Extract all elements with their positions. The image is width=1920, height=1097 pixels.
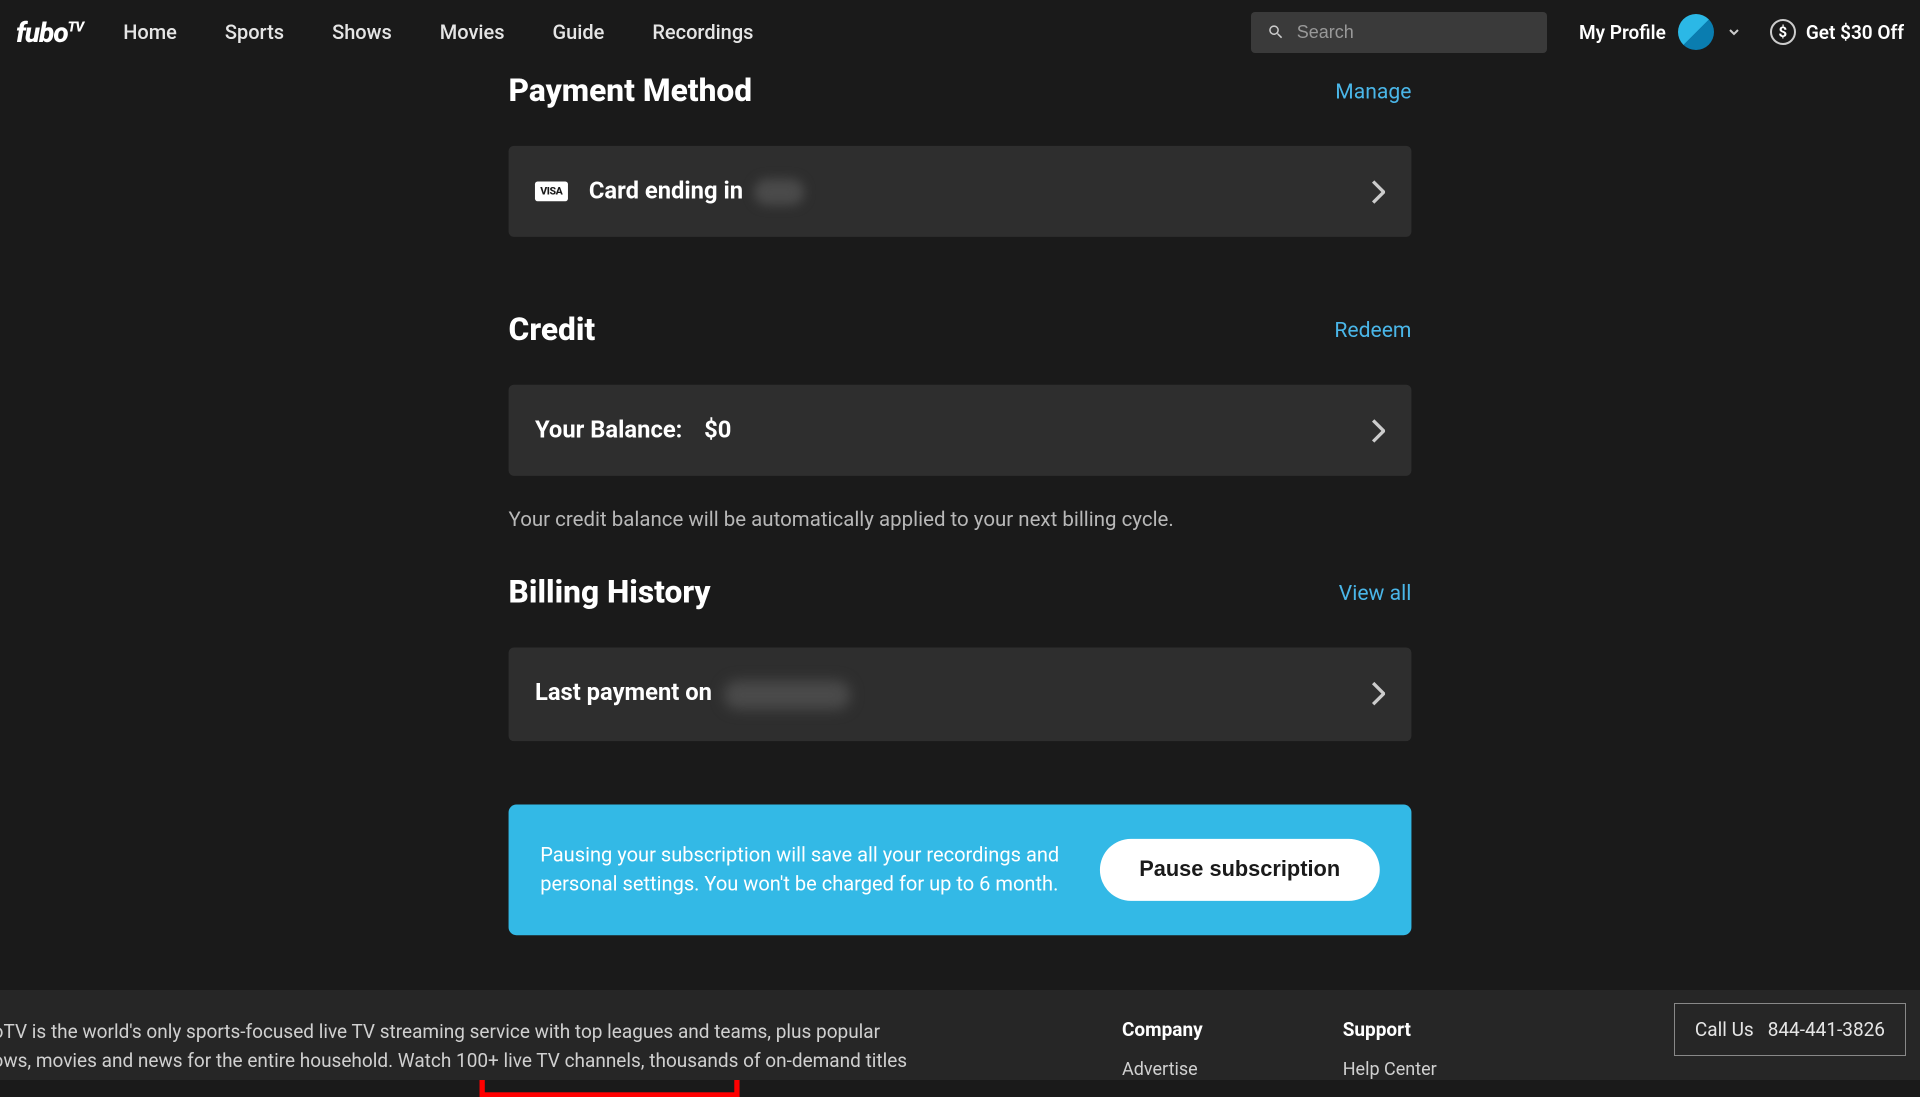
credit-section-head: Credit Redeem: [509, 311, 1412, 348]
nav-movies[interactable]: Movies: [440, 20, 505, 44]
footer-advertise-link[interactable]: Advertise: [1122, 1059, 1203, 1080]
balance-label: Your Balance:: [535, 417, 682, 445]
balance-row: Your Balance: $0: [535, 417, 731, 445]
nav-recordings[interactable]: Recordings: [652, 20, 753, 44]
footer-support-title: Support: [1343, 1018, 1437, 1041]
footer-support-col: Support Help Center: [1343, 1018, 1437, 1080]
main-nav: Home Sports Shows Movies Guide Recording…: [123, 20, 1251, 44]
profile-label: My Profile: [1579, 21, 1666, 44]
billing-title: Billing History: [509, 574, 711, 611]
search-icon: [1267, 22, 1285, 42]
payment-section-head: Payment Method Manage: [509, 72, 1412, 109]
card-ending-text: Card ending in: [589, 178, 805, 206]
profile-menu[interactable]: My Profile: [1579, 14, 1742, 50]
nav-sports[interactable]: Sports: [225, 20, 284, 44]
credit-balance-card[interactable]: Your Balance: $0: [509, 385, 1412, 476]
credit-title: Credit: [509, 311, 596, 348]
payment-title: Payment Method: [509, 72, 752, 109]
visa-icon: VISA: [535, 182, 568, 202]
nav-guide[interactable]: Guide: [553, 20, 605, 44]
last-payment-text: Last payment on: [535, 679, 850, 708]
chevron-down-icon: [1726, 24, 1742, 40]
view-all-billing-link[interactable]: View all: [1339, 580, 1412, 605]
last-payment-date-redacted: [723, 680, 850, 709]
billing-section-head: Billing History View all: [509, 574, 1412, 611]
card-prefix: Card ending in: [589, 178, 743, 206]
footer-description: boTV is the world's only sports-focused …: [0, 1018, 922, 1080]
credit-note: Your credit balance will be automaticall…: [509, 508, 1412, 532]
footer-help-link[interactable]: Help Center: [1343, 1059, 1437, 1080]
search-box[interactable]: [1251, 12, 1547, 53]
logo-text: fubo: [16, 16, 68, 49]
nav-shows[interactable]: Shows: [332, 20, 392, 44]
footer: boTV is the world's only sports-focused …: [0, 990, 1920, 1080]
footer-company-title: Company: [1122, 1018, 1203, 1041]
footer-company-col: Company Advertise: [1122, 1018, 1203, 1080]
logo[interactable]: fuboTV: [16, 16, 83, 49]
nav-home[interactable]: Home: [123, 20, 177, 44]
chevron-right-icon: [1372, 682, 1385, 706]
chevron-right-icon: [1372, 180, 1385, 204]
top-nav: fuboTV Home Sports Shows Movies Guide Re…: [0, 0, 1920, 64]
pause-text: Pausing your subscription will save all …: [540, 840, 1068, 898]
promo-text: Get $30 Off: [1806, 21, 1904, 44]
billing-last-payment-card[interactable]: Last payment on: [509, 648, 1412, 741]
call-label: Call Us: [1695, 1018, 1754, 1041]
call-number: 844-441-3826: [1768, 1018, 1885, 1041]
redeem-link[interactable]: Redeem: [1334, 317, 1411, 342]
search-input[interactable]: [1297, 22, 1531, 43]
balance-value: $0: [704, 417, 731, 445]
pause-banner: Pausing your subscription will save all …: [509, 804, 1412, 935]
card-last4-redacted: [754, 179, 804, 205]
payment-card[interactable]: VISA Card ending in: [509, 146, 1412, 237]
logo-suffix: TV: [68, 19, 84, 35]
dollar-icon: $: [1770, 19, 1796, 45]
avatar: [1678, 14, 1714, 50]
last-payment-prefix: Last payment on: [535, 679, 712, 707]
manage-payment-link[interactable]: Manage: [1335, 78, 1411, 103]
pause-subscription-button[interactable]: Pause subscription: [1100, 838, 1380, 900]
chevron-right-icon: [1372, 419, 1385, 443]
account-content: Payment Method Manage VISA Card ending i…: [509, 64, 1412, 1097]
promo-offer[interactable]: $ Get $30 Off: [1770, 19, 1904, 45]
call-us-box[interactable]: Call Us 844-441-3826: [1674, 1003, 1906, 1056]
